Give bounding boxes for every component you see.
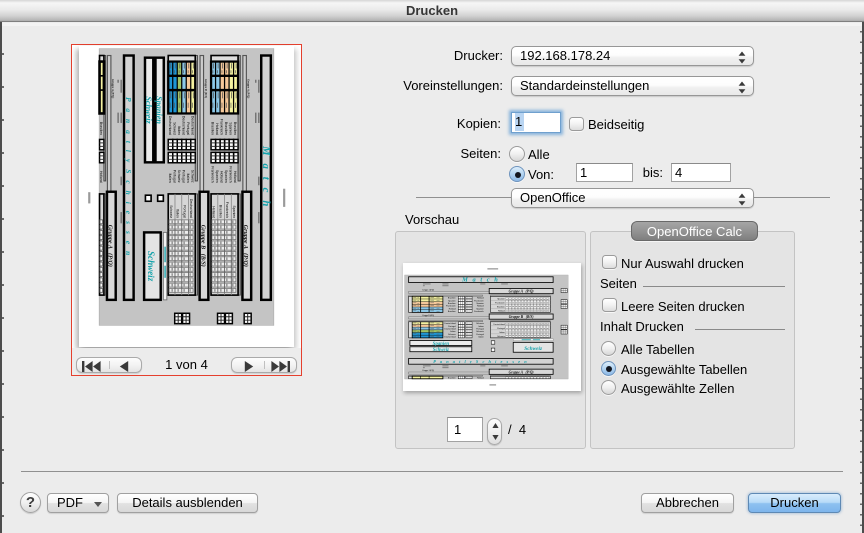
svg-text:Frankreich: Frankreich [225,202,229,218]
svg-text:Frankreich: Frankreich [220,119,224,135]
svg-text:Holland: Holland [477,298,484,300]
svg-text:Frankreich: Frankreich [229,166,233,182]
svg-text:Portugal: Portugal [172,170,176,183]
svg-text:Schweiz: Schweiz [146,251,156,282]
svg-text:Schweiz: Schweiz [476,331,484,333]
svg-text:Schweiz: Schweiz [497,336,505,338]
svg-text:Holland: Holland [477,378,484,380]
svg-text:Spanien: Spanien [154,96,163,124]
svg-text:Schweiz: Schweiz [476,323,484,325]
svg-text:Deutschland: Deutschland [190,116,194,135]
svg-text:Gruppe A (P/Q): Gruppe A (P/Q) [247,79,251,98]
svg-text:Frankreich: Frankreich [211,166,215,182]
svg-text:Spanien: Spanien [448,300,455,302]
svg-text:M a t c h: M a t c h [260,145,272,209]
svg-text:Schweiz: Schweiz [144,96,153,124]
svg-text:Italien: Italien [186,173,190,182]
svg-text:Schweiz: Schweiz [190,170,194,183]
svg-text:Brasilien: Brasilien [233,122,237,135]
svg-text:Gruppe A (P/Q): Gruppe A (P/Q) [242,225,249,267]
svg-text:Brasilien: Brasilien [218,205,222,218]
svg-text:Spanien: Spanien [476,303,483,305]
svg-text:Holland: Holland [233,171,237,183]
svg-text:Gruppe A (P/Q): Gruppe A (P/Q) [509,290,534,294]
svg-text:Italien: Italien [168,173,172,182]
svg-text:Schweiz: Schweiz [169,205,173,218]
svg-text:Deutschland: Deutschland [189,199,193,218]
svg-text:Spanien: Spanien [497,298,504,300]
svg-text:Brasilien: Brasilien [211,122,215,135]
svg-text:Brasilien: Brasilien [224,122,228,135]
svg-text:Holland: Holland [498,310,505,312]
svg-text:P a n a t l y S c h i e s s: P a n a t l y S c h i e s s e n [433,359,528,364]
svg-text:Spanien: Spanien [232,205,236,218]
svg-text:M a t c h: M a t c h [461,276,499,283]
svg-text:Holland: Holland [212,206,216,218]
svg-text:Portugal: Portugal [181,170,185,183]
svg-text:Gruppe B (B/S): Gruppe B (B/S) [509,315,534,319]
svg-text:P a n a t l y S c h i e s s: P a n a t l y S c h i e s s e n [124,97,133,258]
svg-text:Schweiz: Schweiz [177,170,181,183]
svg-text:Holland: Holland [220,171,224,183]
svg-text:Italien: Italien [176,209,180,218]
svg-text:Holland: Holland [99,171,103,183]
svg-text:Gruppe B (B/S): Gruppe B (B/S) [204,79,208,98]
svg-text:Schweiz: Schweiz [524,346,543,352]
svg-text:Spanien: Spanien [476,308,483,310]
svg-text:Deutschland: Deutschland [168,116,172,135]
svg-text:Portugal: Portugal [186,122,190,135]
svg-text:Spanien: Spanien [224,170,228,183]
svg-text:Portugal: Portugal [182,205,186,218]
svg-text:Holland: Holland [215,123,219,135]
svg-text:Spanien: Spanien [229,122,233,135]
svg-text:Schweiz: Schweiz [172,122,176,135]
svg-text:Gruppe B (B/S): Gruppe B (B/S) [199,225,206,267]
svg-text:Holland: Holland [477,306,484,308]
svg-text:Spanien: Spanien [433,342,450,347]
svg-text:Brasilien: Brasilien [99,122,103,135]
svg-text:Schweiz: Schweiz [448,334,456,336]
svg-text:Holland: Holland [449,308,456,310]
svg-text:Deutschland: Deutschland [181,116,185,135]
svg-text:Gruppe A (P/Q): Gruppe A (P/Q) [107,225,114,267]
svg-text:Schweiz: Schweiz [433,348,449,353]
svg-text:Gruppe A (P/Q): Gruppe A (P/Q) [509,370,534,374]
svg-text:Italien: Italien [177,126,181,135]
svg-text:Spanien: Spanien [215,170,219,183]
svg-text:Gruppe A (P/Q): Gruppe A (P/Q) [111,79,115,98]
